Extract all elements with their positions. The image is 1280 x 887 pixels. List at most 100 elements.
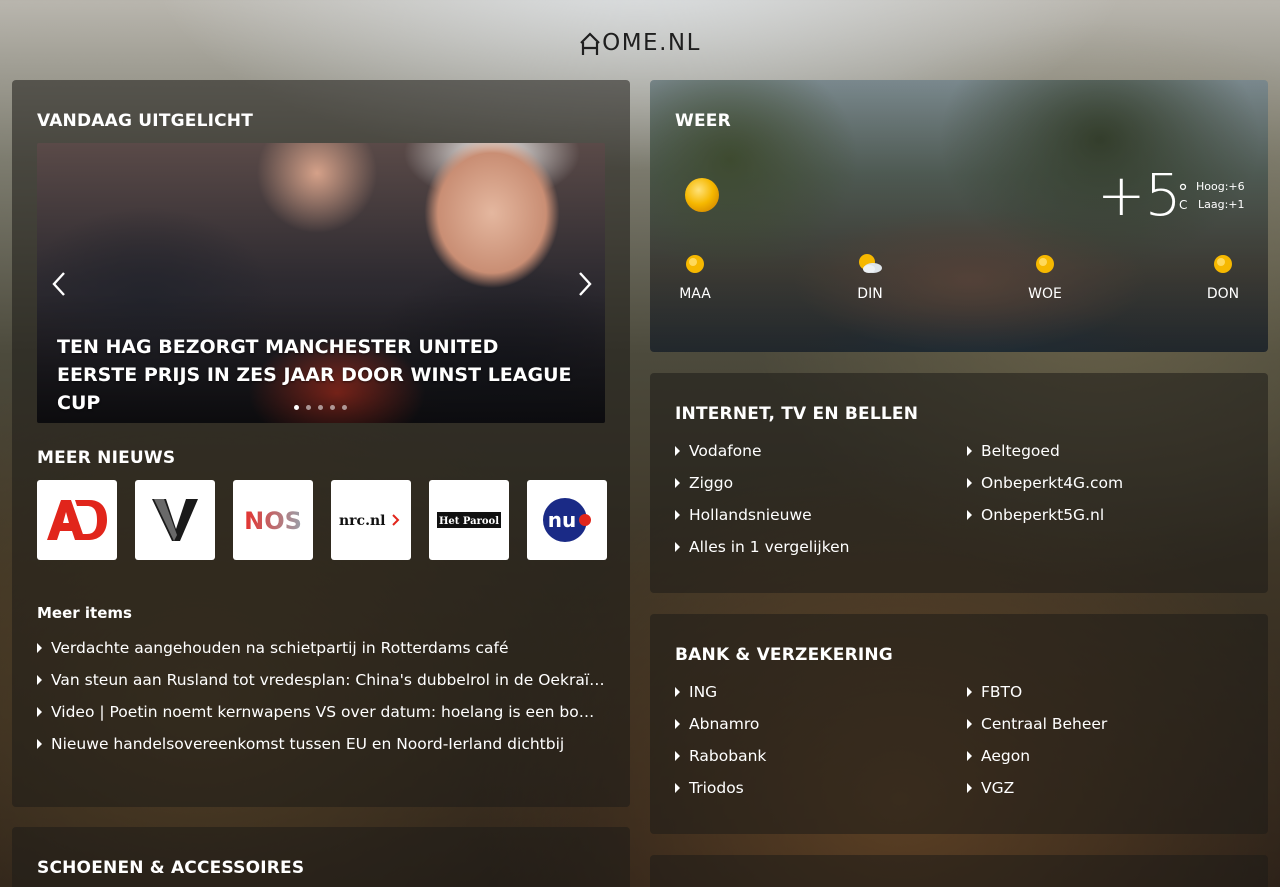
- caret-right-icon: [967, 751, 972, 761]
- weather-title: WEER: [675, 111, 731, 131]
- link-text[interactable]: Vodafone: [689, 442, 762, 460]
- bank-panel: BANK & VERZEKERING ING Abnamro Rabobank …: [650, 614, 1268, 834]
- bank-links-col1: ING Abnamro Rabobank Triodos: [675, 676, 766, 804]
- link-item[interactable]: Triodos: [675, 772, 766, 804]
- temperature-unit: C: [1179, 198, 1188, 212]
- caret-right-icon: [675, 478, 680, 488]
- news-panel: VANDAAG UITGELICHT TEN HAG BEZORGT MANCH…: [12, 80, 630, 807]
- news-item-text[interactable]: Video | Poetin noemt kernwapens VS over …: [51, 703, 605, 721]
- caret-right-icon: [967, 783, 972, 793]
- forecast-day-label: DON: [1206, 286, 1240, 302]
- news-source-logos: NOS nrc.nl Het Parool nu: [37, 480, 607, 560]
- link-text[interactable]: Rabobank: [689, 747, 766, 765]
- carousel-dot[interactable]: [318, 405, 323, 410]
- caret-right-icon: [37, 675, 42, 685]
- news-item-text[interactable]: Van steun aan Rusland tot vredesplan: Ch…: [51, 671, 605, 689]
- chevron-left-icon: [52, 272, 65, 296]
- link-text[interactable]: Abnamro: [689, 715, 759, 733]
- carousel-dot[interactable]: [342, 405, 347, 410]
- more-news-title: MEER NIEUWS: [37, 448, 176, 468]
- caret-right-icon: [675, 446, 680, 456]
- svg-text:NOS: NOS: [244, 507, 302, 533]
- forecast-day-label: DIN: [857, 286, 883, 302]
- link-text[interactable]: VGZ: [981, 779, 1014, 797]
- svg-text:Het Parool: Het Parool: [439, 516, 499, 527]
- carousel-dot[interactable]: [306, 405, 311, 410]
- forecast-day-label: MAA: [679, 286, 711, 302]
- link-text[interactable]: Beltegoed: [981, 442, 1060, 460]
- shoes-title: SCHOENEN & ACCESSOIRES: [37, 858, 305, 878]
- link-item[interactable]: FBTO: [967, 676, 1107, 708]
- volkskrant-logo: [152, 499, 198, 541]
- link-item[interactable]: Aegon: [967, 740, 1107, 772]
- caret-right-icon: [675, 751, 680, 761]
- link-item[interactable]: Onbeperkt5G.nl: [967, 499, 1123, 531]
- news-list: Verdachte aangehouden na schietpartij in…: [37, 632, 605, 760]
- internet-title: INTERNET, TV EN BELLEN: [675, 404, 919, 424]
- forecast-day: DIN: [845, 252, 895, 302]
- link-item[interactable]: Ziggo: [675, 467, 850, 499]
- svg-text:nu: nu: [548, 508, 576, 532]
- carousel-next-button[interactable]: [573, 269, 597, 299]
- bank-links-col2: FBTO Centraal Beheer Aegon VGZ: [967, 676, 1107, 804]
- link-item[interactable]: Alles in 1 vergelijken: [675, 531, 850, 563]
- sun-cloud-icon: [859, 254, 882, 273]
- link-text[interactable]: FBTO: [981, 683, 1022, 701]
- list-item[interactable]: Van steun aan Rusland tot vredesplan: Ch…: [37, 664, 605, 696]
- nu-logo-link[interactable]: nu: [527, 480, 607, 560]
- nrc-logo-link[interactable]: nrc.nl: [331, 480, 411, 560]
- carousel-dot[interactable]: [294, 405, 299, 410]
- link-text[interactable]: Onbeperkt5G.nl: [981, 506, 1104, 524]
- nos-logo-link[interactable]: NOS: [233, 480, 313, 560]
- internet-panel: INTERNET, TV EN BELLEN Vodafone Ziggo Ho…: [650, 373, 1268, 593]
- high-temperature: Hoog:+6: [1196, 180, 1245, 193]
- featured-carousel[interactable]: TEN HAG BEZORGT MANCHESTER UNITED EERSTE…: [37, 143, 605, 423]
- caret-right-icon: [37, 643, 42, 653]
- caret-right-icon: [675, 687, 680, 697]
- caret-right-icon: [37, 739, 42, 749]
- link-item[interactable]: Onbeperkt4G.com: [967, 467, 1123, 499]
- ad-logo-link[interactable]: [37, 480, 117, 560]
- carousel-dot[interactable]: [330, 405, 335, 410]
- link-text[interactable]: ING: [689, 683, 717, 701]
- news-item-text[interactable]: Nieuwe handelsovereenkomst tussen EU en …: [51, 735, 564, 753]
- link-item[interactable]: Vodafone: [675, 435, 850, 467]
- list-item[interactable]: Nieuwe handelsovereenkomst tussen EU en …: [37, 728, 605, 760]
- link-text[interactable]: Ziggo: [689, 474, 733, 492]
- caret-right-icon: [675, 510, 680, 520]
- news-item-text[interactable]: Verdachte aangehouden na schietpartij in…: [51, 639, 509, 657]
- list-item[interactable]: Verdachte aangehouden na schietpartij in…: [37, 632, 605, 664]
- link-item[interactable]: Rabobank: [675, 740, 766, 772]
- weather-panel[interactable]: WEER +5 ° C Hoog:+6 Laag:+1 MAA DIN WOE …: [650, 80, 1268, 352]
- nos-logo: NOS: [244, 507, 302, 533]
- more-items-heading: Meer items: [37, 604, 132, 622]
- site-logo[interactable]: OME.NL: [579, 30, 701, 56]
- current-temperature: +5: [1097, 161, 1181, 229]
- caret-right-icon: [675, 542, 680, 552]
- link-text[interactable]: Centraal Beheer: [981, 715, 1107, 733]
- link-text[interactable]: Aegon: [981, 747, 1030, 765]
- internet-links-col1: Vodafone Ziggo Hollandsnieuwe Alles in 1…: [675, 435, 850, 563]
- caret-right-icon: [675, 719, 680, 729]
- link-text[interactable]: Hollandsnieuwe: [689, 506, 812, 524]
- logo-text: OME.NL: [602, 30, 701, 56]
- link-text[interactable]: Onbeperkt4G.com: [981, 474, 1123, 492]
- link-text[interactable]: Alles in 1 vergelijken: [689, 538, 850, 556]
- link-item[interactable]: VGZ: [967, 772, 1107, 804]
- link-text[interactable]: Triodos: [689, 779, 744, 797]
- link-item[interactable]: Centraal Beheer: [967, 708, 1107, 740]
- next-panel: [650, 855, 1268, 887]
- link-item[interactable]: Beltegoed: [967, 435, 1123, 467]
- volkskrant-logo-link[interactable]: [135, 480, 215, 560]
- list-item[interactable]: Video | Poetin noemt kernwapens VS over …: [37, 696, 605, 728]
- sun-icon: [1036, 255, 1054, 273]
- parool-logo-link[interactable]: Het Parool: [429, 480, 509, 560]
- caret-right-icon: [967, 719, 972, 729]
- link-item[interactable]: Abnamro: [675, 708, 766, 740]
- carousel-prev-button[interactable]: [47, 269, 71, 299]
- sun-icon: [685, 178, 719, 212]
- internet-links-col2: Beltegoed Onbeperkt4G.com Onbeperkt5G.nl: [967, 435, 1123, 531]
- link-item[interactable]: Hollandsnieuwe: [675, 499, 850, 531]
- svg-text:nrc.nl: nrc.nl: [339, 513, 385, 529]
- link-item[interactable]: ING: [675, 676, 766, 708]
